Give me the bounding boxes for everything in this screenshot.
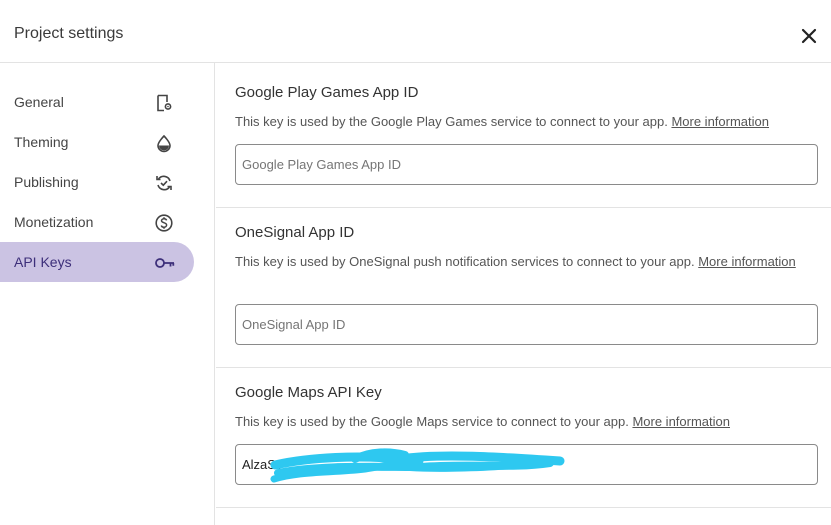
sidebar-item-label: Publishing xyxy=(14,174,79,190)
more-information-link[interactable]: More information xyxy=(698,254,796,269)
section-title: Google Play Games App ID xyxy=(235,84,419,101)
more-information-link[interactable]: More information xyxy=(671,114,769,129)
section-description: This key is used by the Google Play Game… xyxy=(235,112,800,132)
settings-sidebar: General Theming Publishing Monetization … xyxy=(0,63,215,525)
google-maps-api-key-input[interactable] xyxy=(236,445,817,484)
description-text: This key is used by the Google Play Game… xyxy=(235,114,668,129)
more-information-link[interactable]: More information xyxy=(632,414,730,429)
section-title: Google Maps API Key xyxy=(235,384,382,401)
sidebar-item-general[interactable]: General xyxy=(0,82,194,122)
onesignal-app-id-input[interactable] xyxy=(236,305,817,344)
section-description: This key is used by the Google Maps serv… xyxy=(235,412,800,432)
dollar-circle-icon xyxy=(154,213,174,233)
google-play-games-app-id-field[interactable] xyxy=(235,144,818,185)
description-text: This key is used by the Google Maps serv… xyxy=(235,414,629,429)
key-icon xyxy=(154,253,175,273)
sidebar-item-label: General xyxy=(14,94,64,110)
sidebar-item-label: API Keys xyxy=(14,254,72,270)
document-gear-icon xyxy=(154,93,174,113)
api-keys-content: Google Play Games App ID This key is use… xyxy=(216,63,831,525)
section-description: This key is used by OneSignal push notif… xyxy=(235,252,800,272)
section-title: OneSignal App ID xyxy=(235,224,355,241)
section-divider xyxy=(216,367,831,368)
sidebar-item-monetization[interactable]: Monetization xyxy=(0,202,194,242)
google-play-games-app-id-input[interactable] xyxy=(236,145,817,184)
dialog-title: Project settings xyxy=(14,25,124,42)
sidebar-item-publishing[interactable]: Publishing xyxy=(0,162,194,202)
sidebar-item-theming[interactable]: Theming xyxy=(0,122,194,162)
section-divider xyxy=(216,207,831,208)
description-text: This key is used by OneSignal push notif… xyxy=(235,254,695,269)
section-divider xyxy=(216,507,831,508)
google-maps-api-key-field[interactable] xyxy=(235,444,818,485)
onesignal-app-id-field[interactable] xyxy=(235,304,818,345)
close-icon xyxy=(801,28,817,44)
sidebar-item-label: Monetization xyxy=(14,214,94,230)
close-button[interactable] xyxy=(799,26,819,46)
dialog-header: Project settings xyxy=(0,0,831,63)
droplet-icon xyxy=(154,133,174,153)
sync-check-icon xyxy=(154,173,174,193)
sidebar-item-api-keys[interactable]: API Keys xyxy=(0,242,194,282)
sidebar-item-label: Theming xyxy=(14,134,69,150)
